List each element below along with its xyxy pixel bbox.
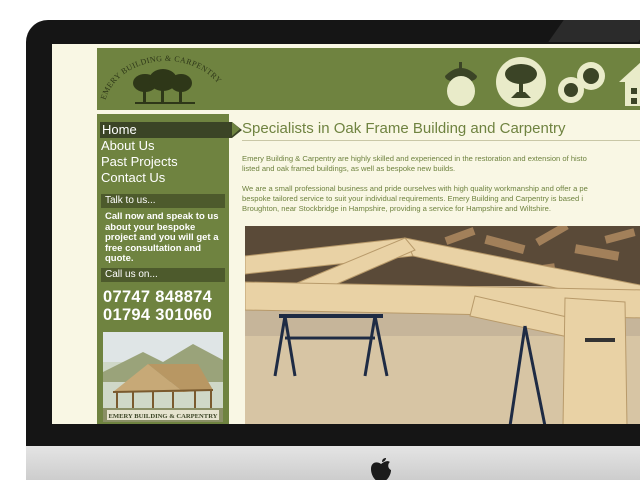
about-paragraph-line-3: Broughton, near Stockbridge in Hampshire…	[242, 204, 551, 213]
site-logo[interactable]: EMERY BUILDING & CARPENTRY	[99, 50, 233, 108]
about-paragraph-line-2: bespoke tailored service to suit your in…	[242, 194, 584, 203]
site-header: EMERY BUILDING & CARPENTRY	[97, 48, 640, 110]
bezel-reflection	[548, 20, 640, 42]
page-heading: Specialists in Oak Frame Building and Ca…	[242, 120, 566, 137]
intro-paragraph-line-1: Emery Building & Carpentry are highly sk…	[242, 154, 587, 163]
acorn-icon	[445, 62, 477, 106]
nav-contact-us[interactable]: Contact Us	[101, 170, 165, 185]
photo-caption: EMERY BUILDING & CARPENTRY	[108, 413, 217, 420]
phone-number-1[interactable]: 07747 848874	[103, 288, 227, 306]
oak-frame-building-photo: EMERY BUILDING & CARPENTRY	[103, 332, 223, 422]
phone-number-2[interactable]: 01794 301060	[103, 306, 227, 324]
nav-past-projects[interactable]: Past Projects	[101, 154, 178, 169]
workshop-timber-photo	[245, 226, 640, 424]
intro-paragraph-line-2: listed and oak framed buildings, as well…	[242, 164, 456, 173]
sidebar: Home About Us Past Projects Contact Us T…	[97, 114, 242, 424]
nav-about-us[interactable]: About Us	[101, 138, 154, 153]
apple-logo-icon	[371, 458, 391, 480]
oak-tree-icon	[496, 57, 546, 107]
about-paragraph-line-1: We are a small professional business and…	[242, 184, 588, 193]
monitor-chin	[26, 446, 640, 480]
website-screen: EMERY BUILDING & CARPENTRY Home About Us…	[52, 44, 640, 424]
call-box-title: Call us on...	[101, 268, 225, 282]
heading-arrow	[232, 122, 240, 136]
talk-box-text: Call now and speak to us about your besp…	[105, 211, 219, 264]
timber-logs-icon	[558, 62, 605, 103]
heading-divider	[242, 140, 640, 141]
nav-label-home: Home	[102, 122, 137, 137]
talk-box-title: Talk to us...	[101, 194, 225, 208]
nav-home[interactable]: Home	[100, 122, 242, 138]
house-icon	[619, 62, 640, 106]
